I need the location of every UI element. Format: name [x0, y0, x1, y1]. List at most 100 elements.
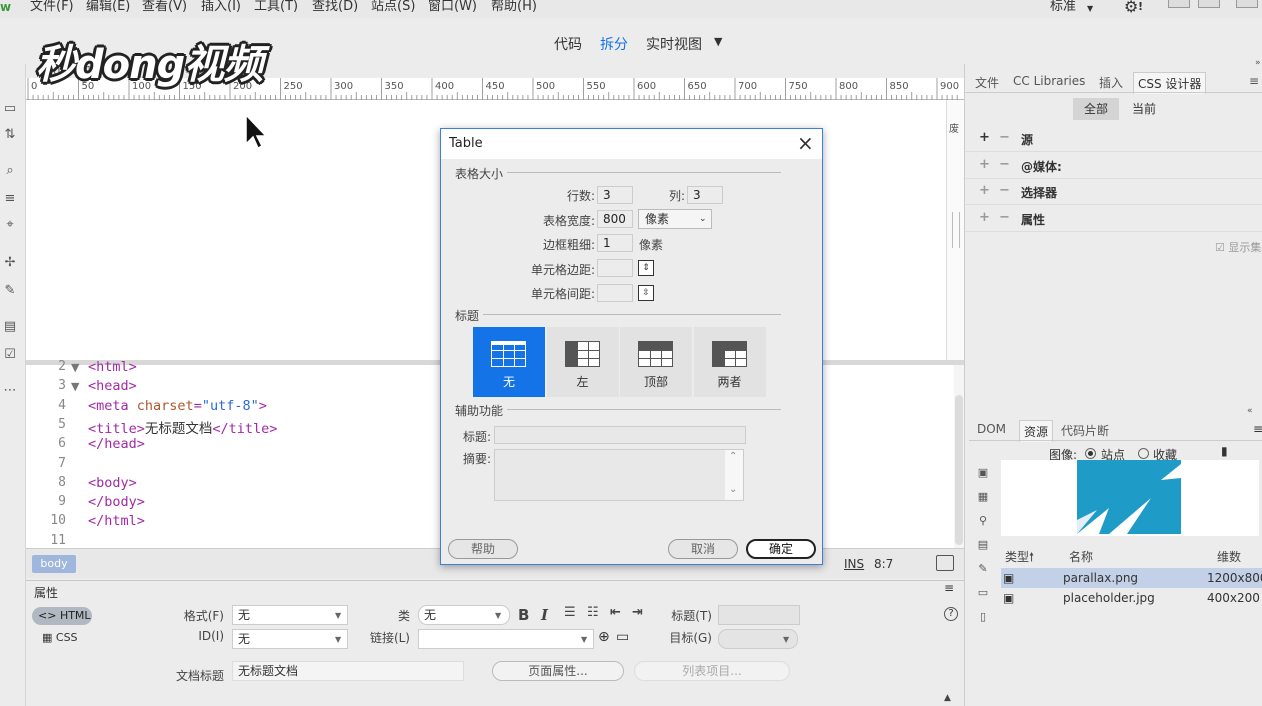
minimize-button[interactable] — [1168, 0, 1190, 8]
code-line[interactable]: </html> — [88, 513, 145, 529]
image-icon[interactable]: ▣ — [973, 466, 993, 482]
target-select[interactable]: ▼ — [718, 629, 798, 649]
css-section-row[interactable]: + − 源 — [965, 126, 1262, 152]
rows-input[interactable]: 3 — [597, 186, 633, 204]
code-line[interactable]: </head> — [88, 436, 145, 452]
workspace-select[interactable]: 标准 — [1050, 0, 1076, 14]
tab-cc-libraries[interactable]: CC Libraries — [1013, 74, 1085, 88]
format-select[interactable]: 无 ▼ — [232, 605, 348, 625]
ordered-list-button[interactable]: ☷ — [587, 605, 599, 620]
target-icon[interactable]: ⌖ — [1, 216, 19, 234]
library-icon[interactable]: ▯ — [973, 610, 993, 626]
bold-button[interactable]: B — [518, 606, 529, 624]
caption-input[interactable] — [494, 426, 746, 444]
cell-padding-input[interactable] — [597, 259, 633, 277]
view-split-button[interactable]: 拆分 — [600, 34, 628, 54]
code-line[interactable]: <body> — [88, 475, 137, 491]
radio-site[interactable] — [1085, 448, 1096, 459]
link-icon[interactable]: ⚲ — [973, 514, 993, 530]
view-live-button[interactable]: 实时视图 — [646, 34, 702, 54]
menu-edit[interactable]: 编辑(E) — [86, 0, 130, 16]
chevron-down-icon[interactable]: ▼ — [714, 35, 722, 48]
header-option[interactable]: 两者 — [693, 327, 766, 397]
col-name[interactable]: 名称 — [1069, 548, 1093, 565]
summary-scrollbar[interactable]: ⌃ ⌄ — [725, 450, 743, 500]
minus-icon[interactable]: − — [999, 157, 1010, 172]
point-to-file-icon[interactable]: ⊕ — [598, 629, 610, 645]
code-line[interactable]: <head> — [88, 378, 137, 394]
id-select[interactable]: 无 ▼ — [232, 629, 348, 649]
film-icon[interactable]: ▤ — [973, 538, 993, 554]
maximize-button[interactable] — [1198, 0, 1220, 8]
chevron-up-icon[interactable]: ⌃ — [729, 451, 737, 462]
code-line[interactable]: <meta charset="utf-8"> — [88, 398, 267, 414]
border-input[interactable]: 1 — [597, 234, 633, 252]
col-dims[interactable]: 维数 — [1217, 548, 1241, 565]
minus-icon[interactable]: − — [999, 130, 1010, 145]
tag-selector-body[interactable]: body — [32, 555, 76, 573]
link-input[interactable]: ▼ — [418, 629, 594, 649]
help-icon[interactable]: ? — [944, 607, 958, 621]
css-section-row[interactable]: + − 属性 — [965, 206, 1262, 232]
tab-css-designer[interactable]: CSS 设计器 — [1133, 72, 1207, 94]
menu-view[interactable]: 查看(V) — [142, 0, 187, 16]
folder-icon[interactable]: ▭ — [616, 629, 629, 645]
more-icon[interactable]: ⋯ — [1, 382, 19, 400]
plus-icon[interactable]: + — [979, 157, 990, 172]
help-button[interactable]: 帮助 — [448, 539, 518, 559]
radio-favorites[interactable] — [1138, 448, 1149, 459]
code-line[interactable]: <html> — [88, 359, 137, 375]
summary-textarea[interactable]: ⌃ ⌄ — [494, 449, 744, 501]
collapse-icon[interactable]: « — [1247, 406, 1253, 416]
chevron-down-icon[interactable]: ▼ — [1087, 4, 1093, 13]
chevron-down-icon[interactable]: ⌄ — [729, 484, 737, 495]
expand-panel-icon[interactable]: » — [1255, 58, 1261, 68]
close-window-button[interactable] — [1236, 0, 1258, 8]
indent-button[interactable]: ⇥ — [632, 605, 643, 620]
menu-site[interactable]: 站点(S) — [371, 0, 415, 16]
view-code-button[interactable]: 代码 — [554, 34, 582, 54]
transfer-icon[interactable]: ⇅ — [1, 126, 19, 144]
panel-menu-icon[interactable]: ≡ — [1249, 74, 1259, 88]
brush-icon[interactable]: ✎ — [1, 282, 19, 300]
validate-icon[interactable]: ☑ — [1, 346, 19, 364]
italic-button[interactable]: I — [541, 606, 548, 624]
menu-file[interactable]: 文件(F) — [30, 0, 74, 16]
show-set-checkbox[interactable]: ☑ 显示集 — [1215, 239, 1261, 255]
cols-input[interactable]: 3 — [687, 186, 723, 204]
insert-mode[interactable]: INS — [844, 557, 864, 571]
outdent-button[interactable]: ⇤ — [610, 605, 621, 620]
template-icon[interactable]: ▭ — [973, 586, 993, 602]
panel-menu-icon[interactable]: ≡ — [1253, 422, 1262, 436]
menu-tools[interactable]: 工具(T) — [254, 0, 298, 16]
title-input[interactable] — [718, 605, 800, 625]
tab-insert[interactable]: 插入 — [1099, 74, 1123, 91]
code-line[interactable]: </body> — [88, 494, 145, 510]
css-section-row[interactable]: + − @媒体: — [965, 153, 1262, 179]
tab-files[interactable]: 文件 — [975, 74, 999, 91]
menu-window[interactable]: 窗口(W) — [428, 0, 477, 16]
asset-row[interactable]: ▣ placeholder.jpg 400x200 — [1001, 588, 1262, 608]
cell-spacing-input[interactable] — [597, 284, 633, 302]
col-type[interactable]: 类型🠕 — [1005, 548, 1034, 569]
asset-row[interactable]: ▣ parallax.png 1200x800 — [1001, 568, 1262, 588]
gear-icon[interactable]: ⚙ — [1124, 0, 1138, 16]
header-option[interactable]: 左 — [546, 327, 619, 397]
width-unit-select[interactable]: 像素 ⌄ — [638, 209, 712, 229]
css-mode-button[interactable]: ▦ CSS — [42, 631, 78, 644]
class-select[interactable]: 无 ▼ — [418, 605, 510, 625]
minus-icon[interactable]: − — [999, 183, 1010, 198]
tab-dom[interactable]: DOM — [977, 422, 1006, 436]
plus-icon[interactable]: + — [979, 183, 990, 198]
script-icon[interactable]: ✎ — [973, 562, 993, 578]
page-properties-button[interactable]: 页面属性... — [492, 661, 624, 681]
preview-icon[interactable] — [936, 555, 954, 571]
code-line[interactable]: <title>无标题文档</title> — [88, 417, 277, 437]
fold-icon[interactable]: ▼ — [71, 361, 79, 374]
scroll-thumb[interactable] — [952, 212, 960, 248]
seg-current[interactable]: 当前 — [1121, 98, 1167, 120]
scroll-thumb[interactable] — [955, 395, 963, 545]
design-scrollbar[interactable]: 废 — [946, 100, 964, 360]
css-section-row[interactable]: + − 选择器 — [965, 179, 1262, 205]
doc-title-input[interactable]: 无标题文档 — [232, 661, 464, 681]
